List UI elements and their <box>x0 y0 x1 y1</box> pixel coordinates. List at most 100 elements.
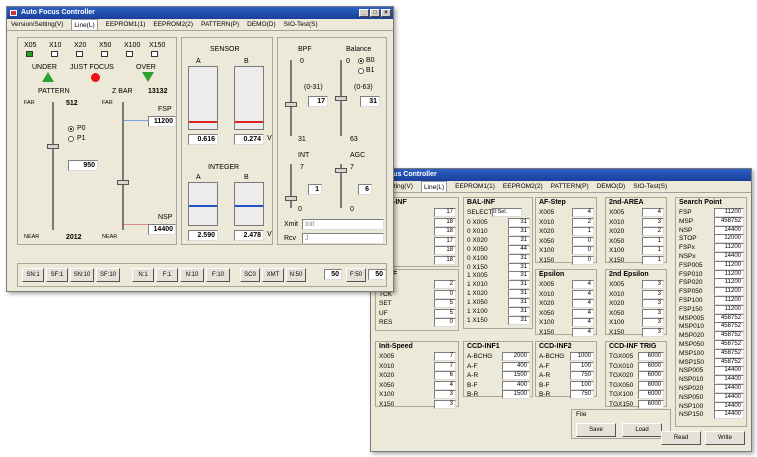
af_step-row-value[interactable]: 0 <box>572 236 594 246</box>
tab-indicator[interactable] <box>51 51 58 57</box>
menu-item[interactable]: EEPROM1(1) <box>455 181 495 192</box>
f50-value-field[interactable]: 50 <box>368 269 386 280</box>
search-row-value[interactable]: 11200 <box>714 243 744 253</box>
nsp-value-field[interactable]: 14400 <box>148 224 176 235</box>
step-button-5[interactable]: F:1 <box>156 268 178 282</box>
search-row-value[interactable]: 14400 <box>714 392 744 402</box>
p0-radio[interactable] <box>68 126 74 132</box>
menu-item[interactable]: EEPROM2(2) <box>503 181 543 192</box>
menu-item[interactable]: Line(L) <box>420 181 448 192</box>
bal_inf-row-value[interactable]: 31 <box>508 307 530 316</box>
eps2-row-value[interactable]: 3 <box>642 327 664 337</box>
bpf_inf-row-value[interactable]: 17 <box>434 208 456 217</box>
xmit-field[interactable]: Init <box>302 219 384 230</box>
menu-item[interactable]: DEMO(D) <box>247 19 276 30</box>
step-button-6[interactable]: N:10 <box>180 268 204 282</box>
search-row-value[interactable]: 14400 <box>714 225 744 235</box>
bpf_inf-row-value[interactable]: 18 <box>434 246 456 255</box>
bal_inf-row-value[interactable]: 31 <box>508 271 530 281</box>
int-value-field[interactable]: 1 <box>308 184 322 195</box>
af_step-row-value[interactable]: 1 <box>572 227 594 236</box>
init_speed-row-value[interactable]: 4 <box>434 380 456 390</box>
ccd_trig-row-value[interactable]: 6000 <box>638 390 664 399</box>
epsilon-row-value[interactable]: 4 <box>572 299 594 308</box>
step-button-2[interactable]: SN:10 <box>70 268 94 282</box>
ccd2-row-value[interactable]: 100 <box>570 361 594 371</box>
ccd_trig-row-value[interactable]: 8000 <box>638 380 664 390</box>
ccd1-row-value[interactable]: 1500 <box>502 371 530 380</box>
agc-value-field[interactable]: 6 <box>358 184 372 195</box>
search-row-value[interactable]: 11200 <box>714 278 744 288</box>
main-window-titlebar[interactable]: Auto Focus Controller _ □ × <box>7 7 393 19</box>
int-slider-thumb[interactable] <box>285 196 297 201</box>
tab-x100[interactable]: X100 <box>124 42 140 49</box>
search-row-value[interactable]: 458752 <box>714 340 744 349</box>
eps2-row-value[interactable]: 3 <box>642 299 664 308</box>
load-button[interactable]: Load <box>622 423 662 437</box>
step-button-10[interactable]: N:50 <box>286 268 306 282</box>
close-button[interactable]: × <box>381 9 391 17</box>
balance-slider-thumb[interactable] <box>335 96 347 101</box>
area2-row-value[interactable]: 1 <box>642 246 664 255</box>
tab-indicator[interactable] <box>101 51 108 57</box>
tab-x20[interactable]: X20 <box>74 42 86 49</box>
bal_inf-row-value[interactable]: 31 <box>508 226 530 236</box>
agc-slider-thumb[interactable] <box>335 168 347 173</box>
bal_inf-row-value[interactable]: 31 <box>508 262 530 272</box>
search-row-value[interactable]: 14400 <box>714 252 744 261</box>
save-button[interactable]: Save <box>576 423 616 437</box>
init_speed-row-value[interactable]: 7 <box>434 352 456 361</box>
init_speed-row-value[interactable]: 3 <box>434 399 456 409</box>
menu-item[interactable]: PATTERN(P) <box>201 19 239 30</box>
epsilon-row-value[interactable]: 4 <box>572 289 594 299</box>
b0-radio[interactable] <box>358 58 364 64</box>
pattern-slider-track[interactable] <box>52 102 54 230</box>
bpf_inf-row-value[interactable]: 17 <box>434 236 456 246</box>
search-row-value[interactable]: 14400 <box>714 366 744 376</box>
area2-row-value[interactable]: 3 <box>642 217 664 227</box>
ccd1-row-value[interactable]: 1500 <box>502 390 530 399</box>
ccd2-row-value[interactable]: 1000 <box>570 352 594 361</box>
epsilon-row-value[interactable]: 4 <box>572 327 594 337</box>
fp_inf-row-value[interactable]: 5 <box>434 308 456 318</box>
af_step-row-value[interactable]: 0 <box>572 255 594 265</box>
ccd1-row-value[interactable]: 400 <box>502 361 530 371</box>
tab-indicator[interactable] <box>126 51 133 57</box>
search-row-value[interactable]: 458752 <box>714 322 744 332</box>
search-row-value[interactable]: 14400 <box>714 401 744 411</box>
int-slider-track[interactable] <box>290 164 292 208</box>
bal_inf-row-value[interactable]: 44 <box>508 244 530 254</box>
ccd1-row-value[interactable]: 400 <box>502 380 530 390</box>
step-button-3[interactable]: SF:10 <box>96 268 120 282</box>
bal_inf-row-value[interactable]: 31 <box>508 253 530 263</box>
init_speed-row-value[interactable]: 6 <box>434 371 456 380</box>
area2-row-value[interactable]: 2 <box>642 227 664 236</box>
menu-item[interactable]: DEMO(D) <box>597 181 626 192</box>
balance-value-field[interactable]: 31 <box>360 96 380 107</box>
step-button-7[interactable]: F:10 <box>206 268 230 282</box>
menu-item[interactable]: EEPROM2(2) <box>153 19 193 30</box>
menu-item[interactable]: EEPROM1(1) <box>106 19 146 30</box>
search-row-value[interactable]: 11200 <box>714 208 744 217</box>
search-row-value[interactable]: 11200 <box>714 260 744 270</box>
ccd_trig-row-value[interactable]: 6000 <box>638 352 664 361</box>
ccd_trig-row-value[interactable]: 6000 <box>638 371 664 380</box>
menu-item[interactable]: PATTERN(P) <box>551 181 589 192</box>
ccd2-row-value[interactable]: 750 <box>570 390 594 399</box>
n50-value-field[interactable]: 50 <box>324 269 342 280</box>
bal_inf-row-value[interactable]: 31 <box>508 280 530 290</box>
af_step-row-value[interactable]: 4 <box>572 208 594 217</box>
zbar-slider-track[interactable] <box>122 102 124 230</box>
eps2-row-value[interactable]: 3 <box>642 289 664 299</box>
tab-indicator[interactable] <box>26 51 33 57</box>
search-row-value[interactable]: 14400 <box>714 384 744 393</box>
fp_inf-row-value[interactable]: 2 <box>434 280 456 289</box>
search-row-value[interactable]: 11200 <box>714 287 744 297</box>
pattern-slider-thumb[interactable] <box>47 144 59 149</box>
bal_inf-row-value[interactable]: 31 <box>508 315 530 325</box>
tab-indicator[interactable] <box>151 51 158 57</box>
parameter-window-titlebar[interactable]: ocus Controller <box>371 169 751 181</box>
bal_inf-row-value[interactable]: 31 <box>508 298 530 308</box>
init_speed-row-value[interactable]: 7 <box>434 361 456 371</box>
eps2-row-value[interactable]: 3 <box>642 308 664 318</box>
